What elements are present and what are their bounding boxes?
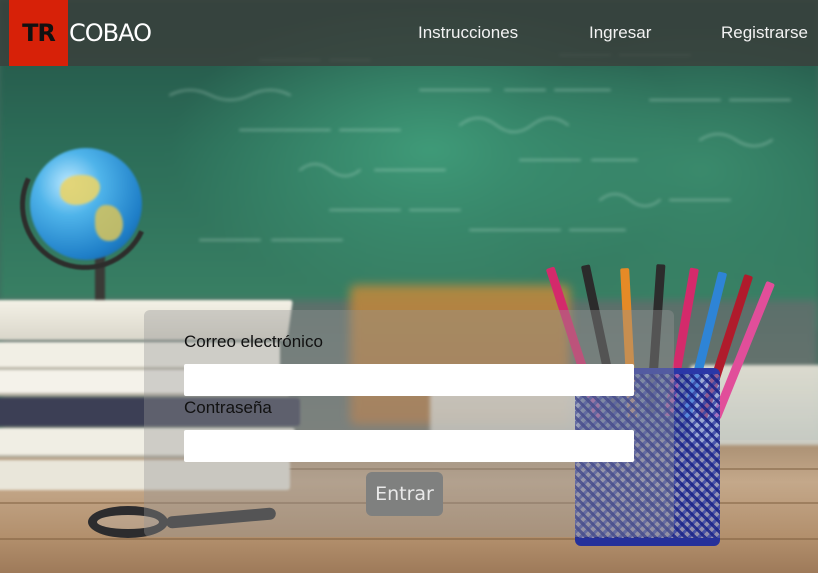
email-field[interactable] (184, 364, 634, 396)
password-label: Contraseña (184, 398, 272, 417)
brand-name[interactable]: COBAO (69, 0, 152, 66)
nav-link-registrarse[interactable]: Registrarse (721, 0, 808, 66)
email-label: Correo electrónico (184, 332, 323, 351)
login-form: Correo electrónico Contraseña Entrar (144, 310, 674, 537)
nav-link-ingresar[interactable]: Ingresar (589, 0, 651, 66)
submit-button[interactable]: Entrar (366, 472, 443, 516)
nav-link-instrucciones[interactable]: Instrucciones (418, 0, 518, 66)
password-field[interactable] (184, 430, 634, 462)
brand-logo[interactable]: TR (9, 0, 68, 66)
top-navbar: TR COBAO Instrucciones Ingresar Registra… (0, 0, 818, 66)
